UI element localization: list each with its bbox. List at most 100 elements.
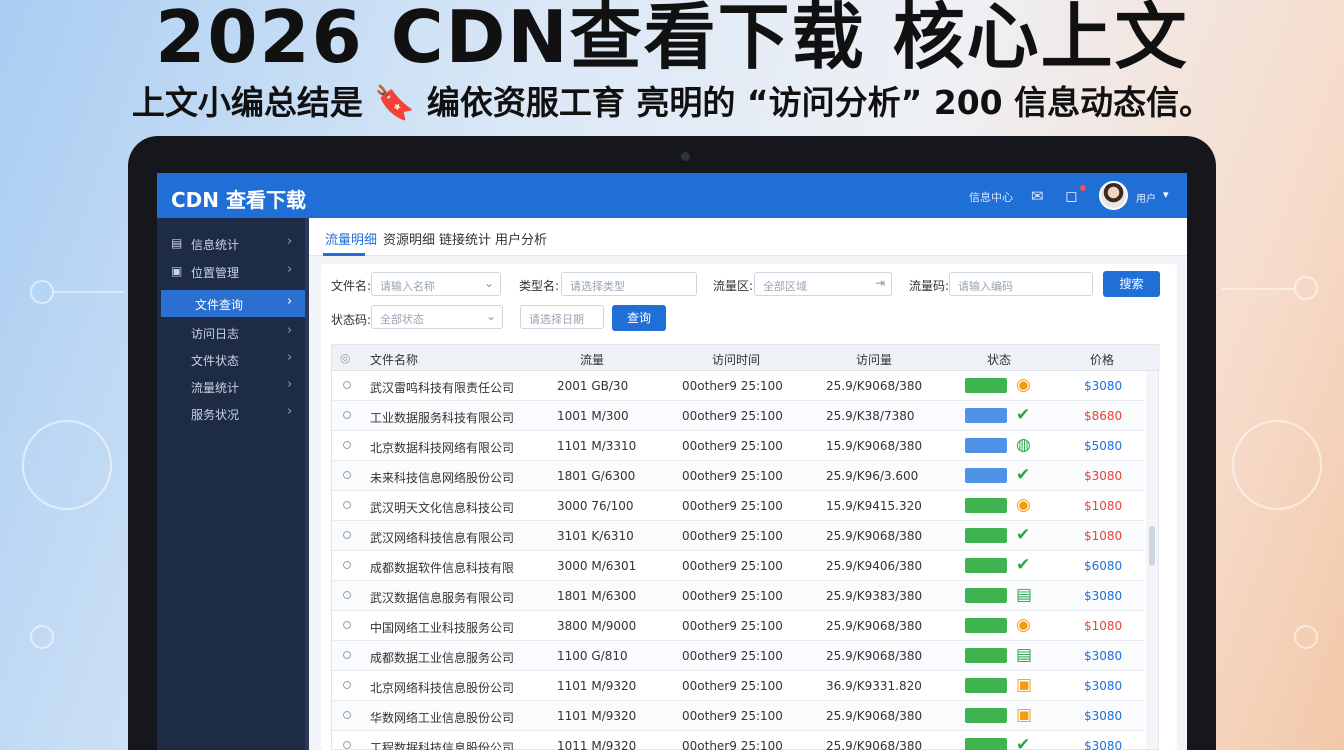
cell-name: 北京数据科技网络有限公司 <box>370 441 515 455</box>
table-row[interactable]: 工程数据科技信息股份公司 1011 M/9320 00other9 25:100 25… <box>332 731 1144 750</box>
filename-select[interactable]: 请输入名称 ⌄ <box>371 272 501 296</box>
chevron-right-icon: › <box>287 234 293 249</box>
webcam-icon <box>681 152 690 161</box>
table-row[interactable]: 武汉网络科技信息有限公司 3101 K/6310 00other9 25:100 25… <box>332 521 1144 551</box>
tab-bar: 流量明细 资源明细 链接统计 用户分析 <box>309 218 1187 256</box>
table-row[interactable]: 武汉明天文化信息科技公司 3000 76/100 00other9 25:100 15… <box>332 491 1144 521</box>
cell-name: 华数网络工业信息股份公司 <box>370 711 515 725</box>
cell-time: 00other9 25:100 <box>682 619 783 633</box>
cell-visits: 25.9/K9406/380 <box>826 559 923 573</box>
deco-ring-left-1 <box>30 280 54 304</box>
cell-name: 未来科技信息网络股份公司 <box>370 471 515 485</box>
cell-traffic: 1101 M/9320 <box>557 709 637 723</box>
chevron-right-icon: › <box>287 323 293 338</box>
table-row[interactable]: 武汉数据信息服务有限公司 1801 M/6300 00other9 25:100 25… <box>332 581 1144 611</box>
table-row[interactable]: 成都数据工业信息服务公司 1100 G/810 00other9 25:100 25.… <box>332 641 1144 671</box>
table-row[interactable]: 成都数据软件信息科技有限 3000 M/6301 00other9 25:100 25… <box>332 551 1144 581</box>
sidebar-item-traffic[interactable]: 流量统计 › <box>157 373 309 400</box>
sidebar-item-service[interactable]: 服务状况 › <box>157 400 309 427</box>
column-header[interactable]: 状态 <box>987 351 1011 368</box>
row-select-radio[interactable] <box>343 741 351 749</box>
cell-traffic: 1011 M/9320 <box>557 739 637 750</box>
table-row[interactable]: 北京网络科技信息股份公司 1101 M/9320 00other9 25:100 36… <box>332 671 1144 701</box>
sidebar-item-location[interactable]: ▣ 位置管理 › <box>157 258 309 285</box>
region-select[interactable]: 全部区域 ⇥ <box>754 272 892 296</box>
tab-traffic-detail[interactable]: 流量明细 <box>325 229 377 248</box>
row-select-radio[interactable] <box>343 711 351 719</box>
status-badge <box>965 678 1007 693</box>
row-select-radio[interactable] <box>343 501 351 509</box>
deco-ring-left-2 <box>22 420 112 510</box>
cell-traffic: 1101 M/9320 <box>557 679 637 693</box>
cell-name: 成都数据工业信息服务公司 <box>370 651 515 665</box>
cell-time: 00other9 25:100 <box>682 379 783 393</box>
search-button[interactable]: 搜索 <box>1103 271 1160 297</box>
cell-name: 武汉数据信息服务有限公司 <box>370 591 515 605</box>
column-header[interactable]: 访问量 <box>856 351 892 368</box>
row-select-radio[interactable] <box>343 561 351 569</box>
column-header[interactable]: 流量 <box>580 351 604 368</box>
sidebar: ▤ 信息统计 › ▣ 位置管理 › 文件查询 › 访问日志 › 文件状态 › 流… <box>157 218 309 750</box>
row-select-radio[interactable] <box>343 591 351 599</box>
status-badge <box>965 408 1007 423</box>
table-row[interactable]: 未来科技信息网络股份公司 1801 G/6300 00other9 25:100 25… <box>332 461 1144 491</box>
card-icon: ▤ <box>1016 645 1033 665</box>
user-menu-chevron-icon[interactable]: ▾ <box>1163 188 1169 201</box>
status-badge <box>965 438 1007 453</box>
column-header[interactable]: 文件名称 <box>370 351 418 368</box>
check-icon: ✔ <box>1016 525 1031 545</box>
chat-icon[interactable]: ✉ <box>1031 187 1044 205</box>
row-select-radio[interactable] <box>343 471 351 479</box>
row-select-radio[interactable] <box>343 381 351 389</box>
scroll-thumb[interactable] <box>1149 526 1155 566</box>
table-row[interactable]: 华数网络工业信息股份公司 1101 M/9320 00other9 25:100 25… <box>332 701 1144 731</box>
check-icon: ✔ <box>1016 555 1031 575</box>
table-row[interactable]: 工业数据服务科技有限公司 1001 M/300 00other9 25:100 25.… <box>332 401 1144 431</box>
chevron-right-icon: › <box>287 294 293 309</box>
status-badge <box>965 648 1007 663</box>
type-select[interactable]: 请选择类型 <box>561 272 697 296</box>
chevron-right-icon: › <box>287 262 293 277</box>
select-all-icon[interactable]: ◎ <box>340 351 350 365</box>
cell-name: 工业数据服务科技有限公司 <box>370 411 515 425</box>
sidebar-item-file-status[interactable]: 文件状态 › <box>157 346 309 373</box>
query-button[interactable]: 查询 <box>612 305 666 331</box>
status-badge <box>965 498 1007 513</box>
tab-resource-detail[interactable]: 资源明细 <box>383 229 435 248</box>
sidebar-item-access-log[interactable]: 访问日志 › <box>157 319 309 346</box>
sidebar-item-label: 位置管理 <box>191 266 240 280</box>
table-scrollbar[interactable] <box>1146 371 1158 749</box>
cell-name: 武汉明天文化信息科技公司 <box>370 501 515 515</box>
user-name[interactable]: 用户 <box>1136 190 1156 205</box>
cell-price: $3080 <box>1084 679 1123 693</box>
table-row[interactable]: 中国网络工业科技服务公司 3800 M/9000 00other9 25:100 25… <box>332 611 1144 641</box>
table-row[interactable]: 武汉雷鸣科技有限责任公司 2001 GB/30 00other9 25:100 25.… <box>332 371 1144 401</box>
cell-time: 00other9 25:100 <box>682 649 783 663</box>
date-select[interactable]: 请选择日期 <box>520 305 604 329</box>
row-select-radio[interactable] <box>343 651 351 659</box>
sidebar-item-file-query[interactable]: 文件查询 › <box>161 290 305 317</box>
row-select-radio[interactable] <box>343 681 351 689</box>
file-icon: ▤ <box>171 236 183 250</box>
code-input[interactable]: 请输入编码 <box>949 272 1093 296</box>
row-select-radio[interactable] <box>343 621 351 629</box>
column-header[interactable]: 访问时间 <box>712 351 760 368</box>
row-select-radio[interactable] <box>343 411 351 419</box>
status-select[interactable]: 全部状态 ⌄ <box>371 305 503 329</box>
row-select-radio[interactable] <box>343 531 351 539</box>
tab-user-analysis[interactable]: 用户分析 <box>495 229 547 248</box>
cell-time: 00other9 25:100 <box>682 739 783 750</box>
row-select-radio[interactable] <box>343 441 351 449</box>
tab-link-stats[interactable]: 链接统计 <box>439 229 491 248</box>
sidebar-item-stats[interactable]: ▤ 信息统计 › <box>157 230 309 257</box>
cell-price: $3080 <box>1084 709 1123 723</box>
avatar[interactable] <box>1099 181 1128 210</box>
column-header[interactable]: 价格 <box>1090 351 1114 368</box>
bell-icon[interactable]: ◻ <box>1065 187 1077 205</box>
check-icon: ✔ <box>1016 465 1031 485</box>
top-link[interactable]: 信息中心 <box>969 189 1013 205</box>
arrow-icon: ⇥ <box>874 276 885 290</box>
sidebar-item-label: 访问日志 <box>191 327 240 341</box>
filter-label-filename: 文件名: <box>331 279 372 293</box>
table-row[interactable]: 北京数据科技网络有限公司 1101 M/3310 00other9 25:100 15… <box>332 431 1144 461</box>
